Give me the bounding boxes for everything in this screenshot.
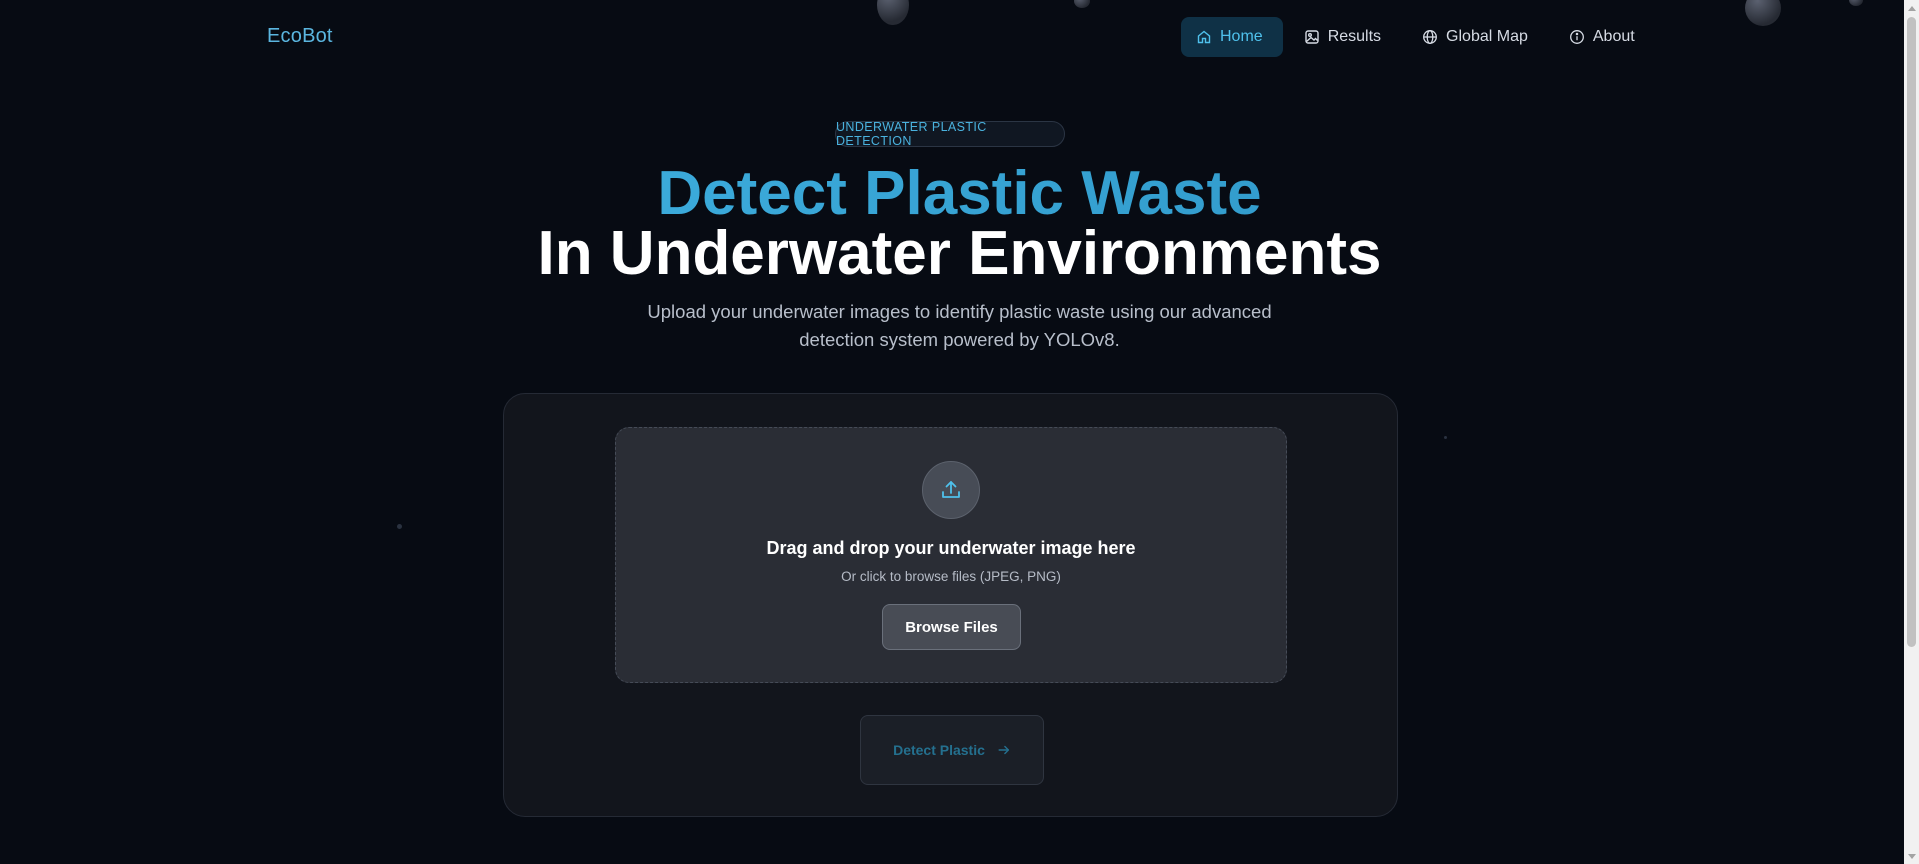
image-icon xyxy=(1304,30,1319,44)
page-scrollbar[interactable] xyxy=(1904,0,1919,864)
main-nav: Home Results Global Map About xyxy=(1181,17,1655,57)
decorative-bubble xyxy=(1849,0,1863,6)
upload-dropzone[interactable]: Drag and drop your underwater image here… xyxy=(615,427,1287,683)
decorative-dot xyxy=(1444,436,1447,439)
hero-subtitle-line: Upload your underwater images to identif… xyxy=(647,301,1272,322)
nav-item-label: Results xyxy=(1327,28,1382,45)
nav-item-about[interactable]: About xyxy=(1554,17,1655,57)
detect-plastic-label: Detect Plastic xyxy=(893,742,985,758)
decorative-bubble xyxy=(877,0,909,25)
nav-item-label: Home xyxy=(1220,28,1263,45)
upload-card: Drag and drop your underwater image here… xyxy=(503,393,1398,817)
home-icon xyxy=(1197,30,1211,44)
nav-item-global-map[interactable]: Global Map xyxy=(1407,17,1548,57)
scrollbar-thumb[interactable] xyxy=(1907,17,1916,647)
decorative-bubble xyxy=(1074,0,1090,8)
globe-icon xyxy=(1423,30,1437,44)
detect-plastic-button[interactable]: Detect Plastic xyxy=(860,715,1044,785)
hero-subtitle: Upload your underwater images to identif… xyxy=(0,298,1919,354)
upload-icon xyxy=(942,481,960,498)
nav-item-results[interactable]: Results xyxy=(1289,17,1401,57)
scroll-up-icon[interactable] xyxy=(1904,0,1919,15)
browse-files-button[interactable]: Browse Files xyxy=(882,604,1021,650)
upload-icon-wrapper xyxy=(922,461,980,519)
arrow-right-icon xyxy=(998,745,1009,755)
nav-item-home[interactable]: Home xyxy=(1181,17,1283,57)
hero-badge: UNDERWATER PLASTIC DETECTION xyxy=(835,120,1065,148)
decorative-dot xyxy=(397,524,402,529)
hero-subtitle-line: detection system powered by YOLOv8. xyxy=(799,329,1120,350)
info-icon xyxy=(1569,30,1584,44)
brand-logo[interactable]: EcoBot xyxy=(267,25,333,48)
nav-item-label: About xyxy=(1592,28,1635,45)
hero-title: In Underwater Environments xyxy=(537,219,1382,288)
dropzone-subtitle: Or click to browse files (JPEG, PNG) xyxy=(841,569,1061,584)
dropzone-title: Drag and drop your underwater image here xyxy=(766,538,1136,558)
decorative-bubble xyxy=(1745,0,1781,26)
scroll-down-icon[interactable] xyxy=(1904,849,1919,864)
nav-item-label: Global Map xyxy=(1446,28,1528,45)
